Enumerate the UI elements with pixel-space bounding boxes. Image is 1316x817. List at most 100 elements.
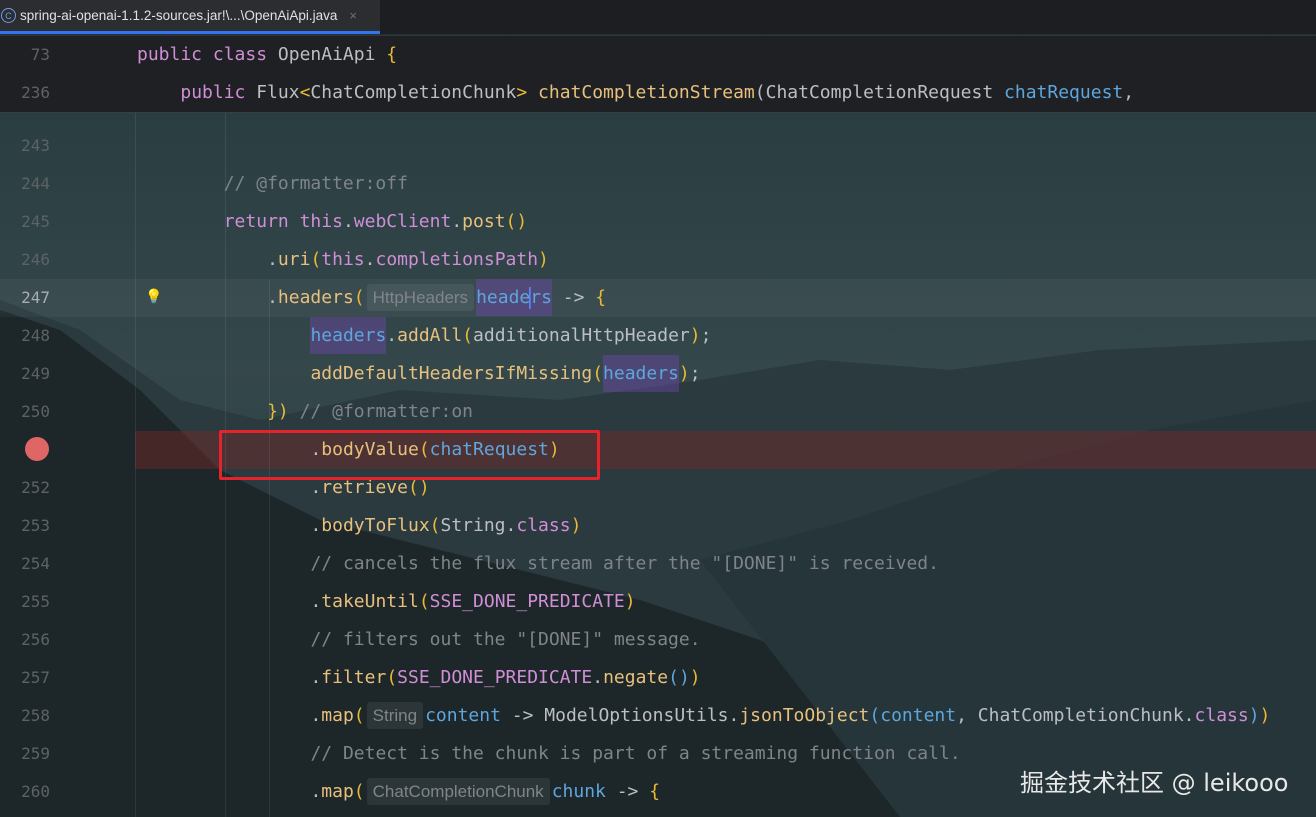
- code-line[interactable]: 244 // @formatter:off: [0, 165, 1316, 203]
- close-tab-icon[interactable]: ×: [349, 8, 357, 23]
- code-line[interactable]: 243: [0, 127, 1316, 165]
- code-text[interactable]: .uri(this.completionsPath): [267, 241, 549, 279]
- code-token: }): [267, 401, 289, 422]
- line-number[interactable]: 73: [0, 36, 50, 74]
- code-line[interactable]: 73 public class OpenAiApi {: [0, 36, 1316, 74]
- code-text[interactable]: .map(String content -> ModelOptionsUtils.…: [310, 697, 1270, 735]
- code-token: SSE_DONE_PREDICATE: [429, 591, 625, 612]
- code-text[interactable]: return this.webClient.post(): [224, 203, 528, 241]
- line-number[interactable]: 260: [0, 773, 50, 811]
- code-text[interactable]: .takeUntil(SSE_DONE_PREDICATE): [310, 583, 635, 621]
- code-line[interactable]: 247 .headers(HttpHeaders headers -> {: [0, 279, 1316, 317]
- code-text[interactable]: headers.addAll(additionalHttpHeader);: [310, 317, 711, 355]
- gutter-divider: [135, 112, 136, 817]
- lightbulb-icon[interactable]: 💡: [145, 289, 162, 305]
- code-token: .: [310, 477, 322, 498]
- code-token: .: [267, 249, 278, 270]
- line-number[interactable]: 257: [0, 659, 50, 697]
- code-token: .: [364, 249, 376, 270]
- code-text[interactable]: }) // @formatter:on: [267, 393, 473, 431]
- code-token: class: [212, 44, 278, 65]
- code-token: headers: [277, 287, 354, 308]
- line-number[interactable]: 249: [0, 355, 50, 393]
- code-text[interactable]: // cancels the flux stream after the "[D…: [310, 545, 939, 583]
- code-token: map: [321, 705, 354, 726]
- inlay-hint: ChatCompletionChunk: [366, 778, 550, 805]
- highlight-box: [219, 430, 600, 480]
- line-number[interactable]: 252: [0, 469, 50, 507]
- code-token: (: [353, 287, 365, 308]
- code-token: (): [407, 477, 430, 498]
- line-number[interactable]: 259: [0, 735, 50, 773]
- code-line[interactable]: 245 return this.webClient.post(): [0, 203, 1316, 241]
- code-token: addDefaultHeadersIfMissing: [310, 363, 593, 384]
- code-line[interactable]: 257 .filter(SSE_DONE_PREDICATE.negate()): [0, 659, 1316, 697]
- code-line[interactable]: 253 .bodyToFlux(String.class): [0, 507, 1316, 545]
- line-number[interactable]: 236: [0, 74, 50, 112]
- editor-tab[interactable]: C spring-ai-openai-1.1.2-sources.jar!\..…: [0, 0, 380, 34]
- breakpoint-icon[interactable]: [25, 437, 49, 461]
- code-line[interactable]: 248 headers.addAll(additionalHttpHeader);: [0, 317, 1316, 355]
- code-text[interactable]: // filters out the "[DONE]" message.: [310, 621, 700, 659]
- code-token: ChatCompletionRequest: [765, 82, 1005, 103]
- line-number[interactable]: 253: [0, 507, 50, 545]
- code-token: addAll: [397, 325, 463, 346]
- code-token: {: [595, 287, 607, 308]
- sticky-scroll-header[interactable]: 73 public class OpenAiApi { 236 public Flux…: [0, 36, 1316, 113]
- code-token: ): [689, 667, 701, 688]
- code-text[interactable]: public class OpenAiApi {: [137, 36, 397, 74]
- code-token: content: [880, 705, 957, 726]
- code-line[interactable]: 252 .retrieve(): [0, 469, 1316, 507]
- code-text[interactable]: // Detect is the chunk is part of a stre…: [310, 735, 960, 773]
- code-line[interactable]: 236 public Flux<ChatCompletionChunk> chat…: [0, 74, 1316, 112]
- code-line[interactable]: 255 .takeUntil(SSE_DONE_PREDICATE): [0, 583, 1316, 621]
- code-text[interactable]: .map(ChatCompletionChunk chunk -> {: [310, 773, 660, 811]
- line-number[interactable]: 246: [0, 241, 50, 279]
- line-number[interactable]: 248: [0, 317, 50, 355]
- code-token: heade: [476, 279, 531, 316]
- line-number[interactable]: 244: [0, 165, 50, 203]
- code-line[interactable]: .bodyValue(chatRequest): [0, 431, 1316, 469]
- line-number[interactable]: 250: [0, 393, 50, 431]
- code-token: jsonToObject: [739, 705, 870, 726]
- code-text[interactable]: .headers(HttpHeaders headers -> {: [267, 279, 606, 317]
- code-token: (: [386, 667, 398, 688]
- line-number[interactable]: 243: [0, 127, 50, 165]
- code-text[interactable]: addDefaultHeadersIfMissing(headers);: [310, 355, 701, 393]
- code-text[interactable]: public Flux<ChatCompletionChunk> chatCom…: [180, 74, 1134, 112]
- code-token: String: [440, 515, 506, 536]
- code-token: (: [869, 705, 881, 726]
- code-line[interactable]: 246 .uri(this.completionsPath): [0, 241, 1316, 279]
- line-number[interactable]: 258: [0, 697, 50, 735]
- code-token: this: [299, 211, 343, 232]
- code-line[interactable]: 250 }) // @formatter:on: [0, 393, 1316, 431]
- code-line[interactable]: 256 // filters out the "[DONE]" message.: [0, 621, 1316, 659]
- line-number[interactable]: 256: [0, 621, 50, 659]
- code-token: .: [386, 325, 398, 346]
- tab-title: spring-ai-openai-1.1.2-sources.jar!\...\…: [20, 8, 338, 23]
- code-token: .: [451, 211, 463, 232]
- code-editor[interactable]: 243 244 // @formatter:off 245 return this.we…: [0, 0, 1316, 817]
- code-token: .: [342, 211, 354, 232]
- code-text[interactable]: .filter(SSE_DONE_PREDICATE.negate()): [310, 659, 700, 697]
- code-token: SSE_DONE_PREDICATE: [397, 667, 593, 688]
- code-token: additionalHttpHeader: [473, 325, 690, 346]
- line-number[interactable]: 247: [0, 279, 50, 317]
- line-number[interactable]: 245: [0, 203, 50, 241]
- code-token: chatRequest: [1004, 82, 1124, 103]
- code-text[interactable]: .bodyToFlux(String.class): [310, 507, 581, 545]
- code-line[interactable]: 258 .map(String content -> ModelOptionsUti…: [0, 697, 1316, 735]
- code-line[interactable]: 249 addDefaultHeadersIfMissing(headers);: [0, 355, 1316, 393]
- code-token: retrieve: [321, 477, 408, 498]
- inlay-hint: String: [366, 702, 424, 729]
- code-token: uri: [277, 249, 311, 270]
- code-token: this: [321, 249, 365, 270]
- code-token: ;: [689, 363, 701, 384]
- line-number[interactable]: 254: [0, 545, 50, 583]
- line-number[interactable]: 255: [0, 583, 50, 621]
- code-text[interactable]: // @formatter:off: [224, 165, 408, 203]
- code-token: class: [516, 515, 571, 536]
- code-token: (: [592, 363, 604, 384]
- code-line[interactable]: 254 // cancels the flux stream after the …: [0, 545, 1316, 583]
- code-token: webClient: [353, 211, 452, 232]
